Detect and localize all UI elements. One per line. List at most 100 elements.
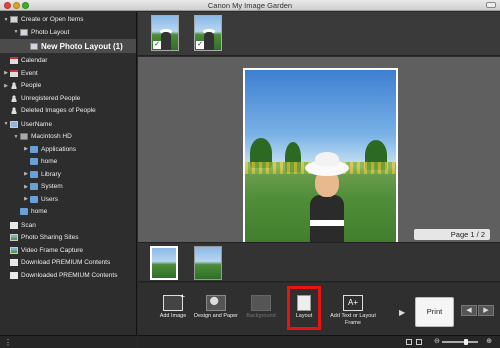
image-thumbnail[interactable]: ✓ bbox=[151, 15, 179, 51]
fit-view-icon[interactable] bbox=[416, 339, 422, 345]
sidebar-item-photo-sharing-sites[interactable]: Photo Sharing Sites bbox=[0, 232, 136, 243]
document-icon bbox=[10, 259, 18, 266]
page-thumbnail-1[interactable] bbox=[150, 246, 178, 280]
sidebar-bottom-bar: ⋮ bbox=[0, 335, 137, 348]
sidebar-item-calendar[interactable]: Calendar bbox=[0, 55, 136, 66]
sidebar-item-video-frame-capture[interactable]: Video Frame Capture bbox=[0, 245, 136, 256]
box-icon bbox=[30, 42, 38, 50]
more-options-icon[interactable]: ⋮ bbox=[4, 338, 12, 347]
sidebar-item-label: UserName bbox=[21, 120, 53, 128]
person-icon bbox=[10, 94, 18, 102]
sidebar-item-scan[interactable]: Scan bbox=[0, 220, 136, 231]
person-icon bbox=[10, 107, 18, 114]
view-mode-icon[interactable] bbox=[406, 339, 412, 345]
sidebar-item-label: Calendar bbox=[21, 57, 48, 64]
sidebar-item-photo-layout[interactable]: ▼ Photo Layout bbox=[0, 27, 136, 38]
sidebar-item-create-or-open-items[interactable]: ▼ Create or Open Items bbox=[0, 14, 136, 25]
add-text-icon: A+ bbox=[343, 295, 363, 311]
sidebar-item-label: Video Frame Capture bbox=[21, 246, 84, 254]
disclosure-closed-icon[interactable]: ▶ bbox=[23, 184, 29, 190]
disclosure-open-icon[interactable]: ▼ bbox=[3, 121, 9, 127]
photo-icon bbox=[10, 234, 18, 241]
disclosure-open-icon[interactable]: ▼ bbox=[3, 17, 9, 23]
folder-icon bbox=[20, 208, 28, 215]
sidebar-item-unregistered-people[interactable]: Unregistered People bbox=[0, 93, 136, 104]
sidebar-item-system[interactable]: ▶ System bbox=[0, 181, 136, 192]
disclosure-closed-icon[interactable]: ▶ bbox=[3, 83, 9, 89]
hard-drive-icon bbox=[20, 133, 28, 140]
document-icon bbox=[10, 271, 18, 279]
design-paper-icon bbox=[206, 295, 226, 311]
more-tools-arrow-icon[interactable]: ▶ bbox=[399, 308, 405, 317]
window-title-bar: Canon My Image Garden bbox=[0, 0, 500, 11]
page-thumbnail-strip bbox=[138, 242, 500, 282]
sidebar-item-label: Event bbox=[21, 69, 38, 77]
calendar-icon bbox=[10, 69, 18, 77]
layout-photo[interactable] bbox=[243, 68, 398, 257]
folder-icon bbox=[30, 183, 38, 190]
sidebar-item-event[interactable]: ▶ Event bbox=[0, 68, 136, 79]
next-page-button[interactable]: ▶ bbox=[478, 305, 494, 316]
previous-page-button[interactable]: ◀ bbox=[461, 305, 477, 316]
sidebar: ▼ Create or Open Items ▼ Photo Layout New Ph… bbox=[0, 12, 137, 335]
sidebar-item-downloaded-premium-contents[interactable]: Downloaded PREMIUM Contents bbox=[0, 270, 136, 281]
scanner-icon bbox=[10, 221, 18, 229]
folder-icon bbox=[30, 195, 38, 203]
background-icon bbox=[251, 295, 271, 311]
sidebar-item-macintosh-hd[interactable]: ▼ Macintosh HD bbox=[0, 131, 136, 142]
sidebar-item-label: Users bbox=[41, 195, 58, 203]
sidebar-item-label: Downloaded PREMIUM Contents bbox=[21, 271, 118, 279]
sidebar-item-label: Photo Layout bbox=[31, 28, 70, 36]
checkmark-icon: ✓ bbox=[153, 41, 161, 49]
sidebar-item-label: home bbox=[41, 158, 58, 165]
sidebar-item-library[interactable]: ▶ Library bbox=[0, 169, 136, 180]
box-icon bbox=[20, 28, 28, 36]
folder-icon bbox=[30, 145, 38, 153]
sidebar-item-label: Unregistered People bbox=[21, 94, 81, 102]
sidebar-item-label: Library bbox=[41, 170, 61, 178]
sidebar-item-label: home bbox=[31, 208, 48, 215]
bottom-toolbar: Add Image Design and Paper Background La… bbox=[138, 283, 500, 335]
disclosure-open-icon[interactable]: ▼ bbox=[13, 134, 19, 140]
image-thumbnail[interactable]: ✓ bbox=[194, 15, 222, 51]
folder-icon bbox=[30, 158, 38, 165]
zoom-slider-knob[interactable] bbox=[464, 339, 468, 345]
sidebar-item-label: Photo Sharing Sites bbox=[21, 234, 79, 241]
folder-icon bbox=[30, 170, 38, 178]
sidebar-item-download-premium-contents[interactable]: Download PREMIUM Contents bbox=[0, 257, 136, 268]
sidebar-item-username[interactable]: ▼ UserName bbox=[0, 119, 136, 130]
print-button[interactable]: Print bbox=[415, 297, 454, 327]
zoom-out-icon[interactable]: ⊖ bbox=[434, 337, 440, 345]
sidebar-item-label: New Photo Layout (1) bbox=[41, 41, 123, 51]
layout-edit-canvas[interactable]: Page 1 / 2 bbox=[138, 57, 500, 257]
sidebar-item-home[interactable]: home bbox=[0, 156, 136, 167]
page-thumbnail-2[interactable] bbox=[194, 246, 222, 280]
window-title: Canon My Image Garden bbox=[207, 1, 293, 10]
page-indicator: Page 1 / 2 bbox=[414, 229, 490, 240]
box-icon bbox=[10, 16, 18, 23]
sidebar-item-users[interactable]: ▶ Users bbox=[0, 194, 136, 205]
zoom-slider[interactable]: ⊖ ⊕ bbox=[430, 337, 492, 345]
sidebar-item-home[interactable]: home bbox=[0, 206, 136, 217]
sidebar-item-deleted-images-of-people[interactable]: Deleted Images of People bbox=[0, 105, 136, 116]
disclosure-closed-icon[interactable]: ▶ bbox=[3, 70, 9, 76]
sidebar-item-people[interactable]: ▶ People bbox=[0, 80, 136, 91]
design-and-paper-button[interactable]: Design and Paper bbox=[191, 293, 241, 333]
layout-button[interactable]: Layout bbox=[279, 293, 329, 333]
sidebar-item-label: System bbox=[41, 183, 63, 190]
monitor-icon bbox=[10, 120, 18, 128]
person-icon bbox=[10, 82, 18, 89]
image-thumbnail-strip: ✓ ✓ bbox=[138, 12, 500, 56]
zoom-in-icon[interactable]: ⊕ bbox=[486, 337, 492, 345]
sidebar-item-new-photo-layout-1[interactable]: New Photo Layout (1) bbox=[0, 39, 136, 53]
disclosure-closed-icon[interactable]: ▶ bbox=[23, 196, 29, 202]
sidebar-item-applications[interactable]: ▶ Applications bbox=[0, 144, 136, 155]
sidebar-item-label: Download PREMIUM Contents bbox=[21, 259, 111, 266]
disclosure-open-icon[interactable]: ▼ bbox=[13, 29, 19, 35]
sidebar-item-label: People bbox=[21, 82, 42, 89]
disclosure-closed-icon[interactable]: ▶ bbox=[23, 171, 29, 177]
disclosure-closed-icon[interactable]: ▶ bbox=[23, 146, 29, 152]
sidebar-item-label: Deleted Images of People bbox=[21, 107, 96, 114]
toolbar-toggle-button[interactable] bbox=[486, 2, 496, 8]
add-text-or-layout-frame-button[interactable]: A+ Add Text or Layout Frame bbox=[328, 293, 378, 333]
